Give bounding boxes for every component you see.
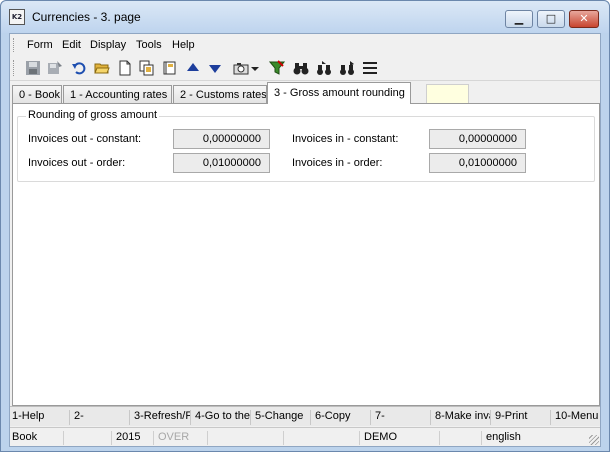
camera-icon[interactable] <box>232 59 250 77</box>
binoculars-icon[interactable] <box>292 59 310 77</box>
maximize-button[interactable]: □ <box>537 10 565 28</box>
close-button[interactable]: ✕ <box>569 10 599 28</box>
binoculars-next-icon[interactable] <box>315 59 333 77</box>
tab-page-gross-amount-rounding: Rounding of gross amount Invoices out - … <box>12 103 600 406</box>
status-year: 2015 <box>114 431 154 445</box>
status-insert-mode: OVER <box>156 431 208 445</box>
fkey-9-print[interactable]: 9-Print <box>493 410 551 425</box>
fkey-10-menu[interactable]: 10-Menu <box>553 410 600 425</box>
invoices-out-constant-field[interactable]: 0,00000000 <box>173 129 270 149</box>
save-icon[interactable] <box>24 59 42 77</box>
toolbar <box>10 56 600 81</box>
filter-icon[interactable] <box>268 59 286 77</box>
fkey-5-change[interactable]: 5-Change <box>253 410 311 425</box>
save-as-icon[interactable] <box>46 59 64 77</box>
application-window: K2 Currencies - 3. page ▁ □ ✕ Form Edit … <box>0 0 610 452</box>
invoices-in-order-label: Invoices in - order: <box>292 157 383 169</box>
arrow-up-icon[interactable] <box>184 59 202 77</box>
fkey-4-go-to[interactable]: 4-Go to the <box>193 410 251 425</box>
window-client-area: Form Edit Display Tools Help 0 - Book 1 … <box>9 33 601 447</box>
tab-strip: 0 - Book 1 - Accounting rates 2 - Custom… <box>10 82 600 104</box>
menu-help[interactable]: Help <box>172 39 195 51</box>
fkey-8-make-invalid[interactable]: 8-Make inva <box>433 410 491 425</box>
rounding-group: Rounding of gross amount Invoices out - … <box>17 109 595 182</box>
tab-accounting-rates[interactable]: 1 - Accounting rates <box>63 85 172 104</box>
binoculars-all-icon[interactable] <box>338 59 356 77</box>
status-bar: Book 2015 OVER DEMO english <box>10 427 600 446</box>
status-module: Book <box>10 431 64 445</box>
fkey-6-copy[interactable]: 6-Copy <box>313 410 371 425</box>
fkey-3-refresh[interactable]: 3-Refresh/F <box>132 410 191 425</box>
list-icon[interactable] <box>361 59 379 77</box>
tab-gross-amount-rounding[interactable]: 3 - Gross amount rounding <box>267 82 411 104</box>
menubar-grip[interactable] <box>13 38 16 52</box>
fkey-2[interactable]: 2- <box>72 410 130 425</box>
minimize-button[interactable]: ▁ <box>505 10 533 28</box>
arrow-down-icon[interactable] <box>206 59 224 77</box>
invoices-in-order-field[interactable]: 0,01000000 <box>429 153 526 173</box>
status-cell <box>210 431 284 445</box>
status-cell <box>442 431 482 445</box>
group-title: Rounding of gross amount <box>26 109 160 121</box>
open-folder-icon[interactable] <box>93 59 111 77</box>
title-bar[interactable]: K2 Currencies - 3. page ▁ □ ✕ <box>1 1 609 33</box>
book-icon[interactable] <box>161 59 179 77</box>
function-key-bar: 1-Help 2- 3-Refresh/F 4-Go to the 5-Chan… <box>10 406 600 426</box>
fkey-1-help[interactable]: 1-Help <box>10 410 70 425</box>
menu-display[interactable]: Display <box>90 39 126 51</box>
tab-book[interactable]: 0 - Book <box>12 85 62 104</box>
invoices-out-order-field[interactable]: 0,01000000 <box>173 153 270 173</box>
copy-icon[interactable] <box>138 59 156 77</box>
resize-grip[interactable] <box>589 435 599 445</box>
menu-form[interactable]: Form <box>27 39 53 51</box>
status-cell <box>66 431 112 445</box>
status-language: english <box>486 431 521 443</box>
menu-edit[interactable]: Edit <box>62 39 81 51</box>
status-cell <box>286 431 360 445</box>
tab-blank-area <box>426 84 469 104</box>
fkey-7[interactable]: 7- <box>373 410 431 425</box>
tab-customs-rates[interactable]: 2 - Customs rates <box>173 85 267 104</box>
window-title: Currencies - 3. page <box>32 10 141 24</box>
invoices-in-constant-field[interactable]: 0,00000000 <box>429 129 526 149</box>
status-database: DEMO <box>362 431 440 445</box>
new-document-icon[interactable] <box>116 59 134 77</box>
dropdown-arrow-icon[interactable] <box>250 59 260 77</box>
invoices-in-constant-label: Invoices in - constant: <box>292 133 399 145</box>
invoices-out-constant-label: Invoices out - constant: <box>28 133 142 145</box>
invoices-out-order-label: Invoices out - order: <box>28 157 126 169</box>
menu-tools[interactable]: Tools <box>136 39 162 51</box>
toolbar-grip[interactable] <box>13 60 16 76</box>
undo-icon[interactable] <box>70 59 88 77</box>
menu-bar: Form Edit Display Tools Help <box>10 34 600 56</box>
app-logo-icon[interactable]: K2 <box>9 9 25 25</box>
